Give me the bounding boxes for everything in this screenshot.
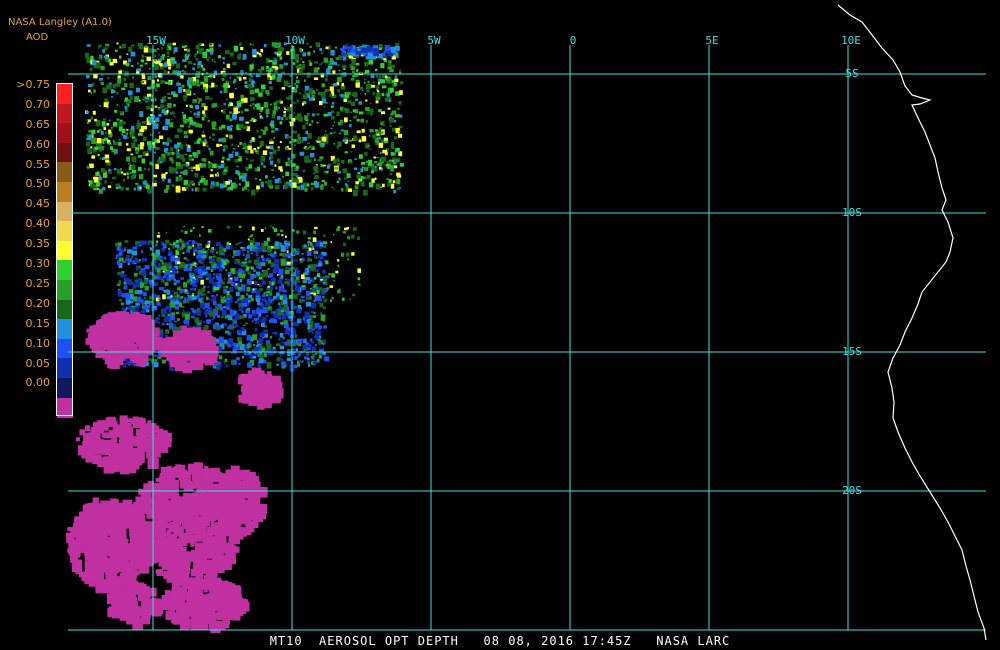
longitude-label: 10W <box>285 34 305 47</box>
longitude-label: 5E <box>705 34 718 47</box>
longitude-label: 0 <box>570 34 577 47</box>
longitude-label: 5W <box>427 34 441 47</box>
map-caption: MT10 AEROSOL OPT DEPTH 08 08, 2016 17:45… <box>269 634 731 648</box>
latitude-label: 20S <box>842 484 862 497</box>
latitude-label: 5S <box>845 67 858 80</box>
africa-coastline <box>837 4 987 641</box>
longitude-label: 15W <box>146 34 166 47</box>
latitude-label: 10S <box>842 206 862 219</box>
longitude-label: 10E <box>841 34 861 47</box>
latitude-label: 15S <box>842 345 862 358</box>
aod-map: 15W 10W 5W 0 5E 10E 5S 10S 15S 20S <box>66 4 987 641</box>
aerosol-pixels <box>66 42 404 633</box>
